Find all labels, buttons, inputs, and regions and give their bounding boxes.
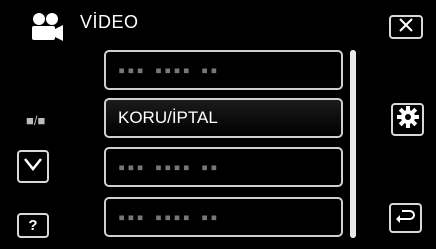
settings-button[interactable] [391, 103, 424, 136]
scrollbar-thumb[interactable] [350, 50, 356, 238]
back-button[interactable] [389, 203, 422, 233]
header: VİDEO [0, 0, 436, 50]
menu-item-label: KORU/İPTAL [118, 108, 218, 127]
video-camera-icon [28, 12, 64, 42]
return-icon [395, 207, 416, 230]
menu-item-label: ▪▪▪ ▪▪▪▪ ▪▪ [118, 160, 220, 174]
help-button[interactable]: ? [17, 213, 49, 238]
close-icon [398, 17, 414, 38]
help-label: ? [28, 217, 38, 234]
menu-item-4[interactable]: ▪▪▪ ▪▪▪▪ ▪▪ [104, 197, 343, 237]
menu-item-protect-cancel[interactable]: KORU/İPTAL [104, 98, 343, 138]
scroll-down-button[interactable] [17, 150, 49, 183]
chevron-down-icon [23, 157, 43, 176]
page-title: VİDEO [80, 12, 139, 32]
menu-item-3[interactable]: ▪▪▪ ▪▪▪▪ ▪▪ [104, 147, 343, 187]
menu-item-1[interactable]: ▪▪▪ ▪▪▪▪ ▪▪ [104, 50, 343, 90]
gear-icon [396, 106, 419, 133]
close-button[interactable] [389, 15, 423, 39]
scrollbar[interactable] [350, 50, 356, 238]
menu-item-label: ▪▪▪ ▪▪▪▪ ▪▪ [118, 63, 220, 77]
menu-item-label: ▪▪▪ ▪▪▪▪ ▪▪ [118, 210, 220, 224]
page-indicator: ■/■ [26, 113, 46, 128]
